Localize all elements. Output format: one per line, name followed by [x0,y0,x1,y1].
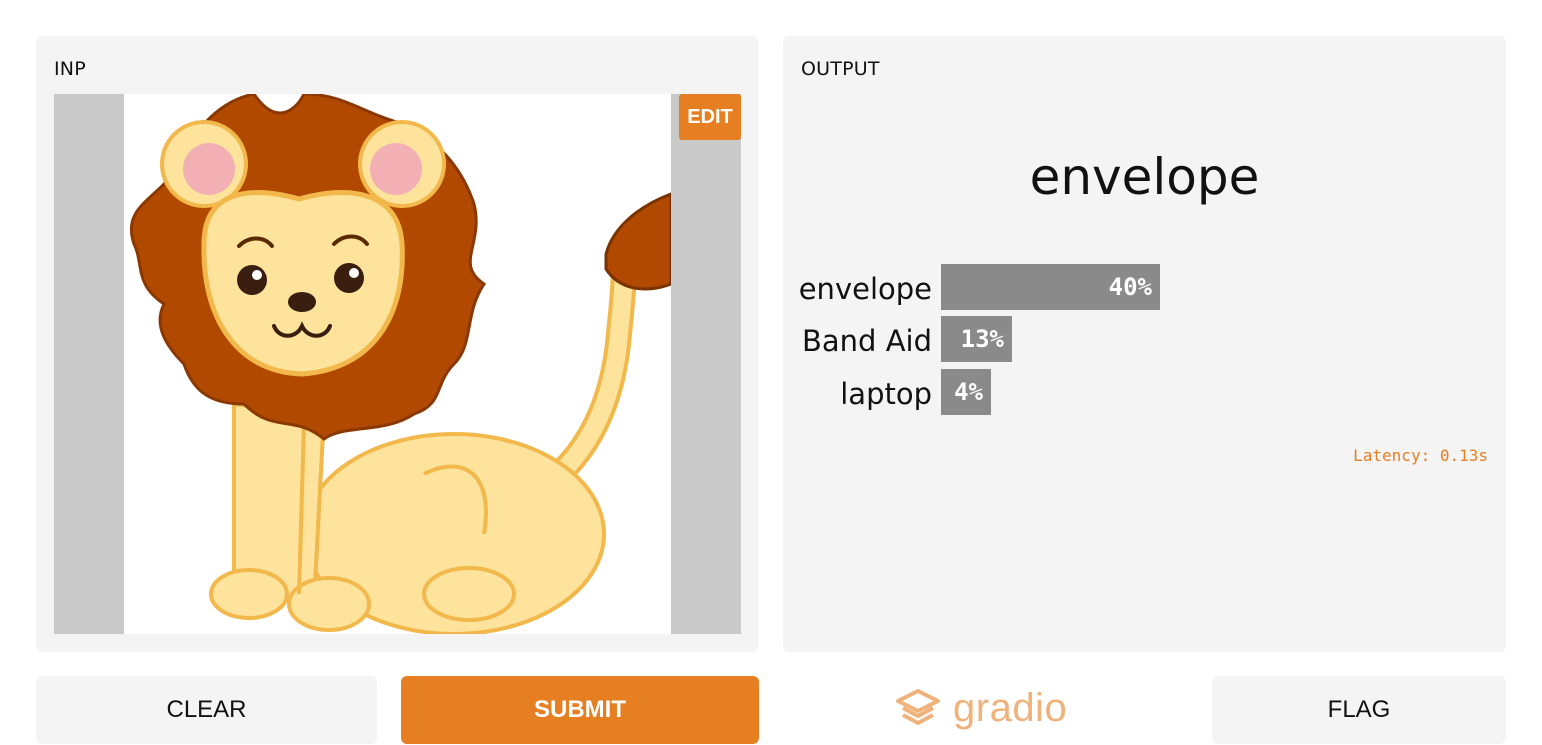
confidence-label: Band Aid [802,324,932,358]
clear-button[interactable]: CLEAR [36,676,377,744]
confidence-percent: 4% [954,378,983,406]
confidence-row: Band Aid 13% [783,316,1506,362]
latency-text: Latency: 0.13s [1353,446,1488,465]
output-panel-title: OUTPUT [801,58,880,80]
submit-button[interactable]: SUBMIT [401,676,759,744]
predicted-label: envelope [1029,148,1260,206]
confidence-bar: 4% [941,369,991,415]
confidence-percent: 40% [1108,273,1152,301]
confidence-bar: 40% [941,264,1160,310]
confidence-bar: 13% [941,316,1012,362]
confidence-label: laptop [840,377,932,411]
confidence-label: envelope [798,272,932,306]
gradio-logo-icon [896,689,940,725]
confidence-row: envelope 40% [783,264,1506,310]
input-panel: INP EDIT [36,36,759,652]
input-panel-title: INP [54,58,86,80]
edit-button[interactable]: EDIT [679,94,741,140]
confidence-percent: 13% [960,325,1004,353]
confidence-row: laptop 4% [783,369,1506,415]
flag-button[interactable]: FLAG [1212,676,1506,744]
gradio-logo-text: gradio [953,685,1068,730]
image-upload-area[interactable]: EDIT [54,94,741,634]
output-panel: OUTPUT envelope envelope 40% Band Aid 13… [783,36,1506,652]
gradio-logo: gradio [895,684,1067,732]
lion-image [129,94,671,634]
image-canvas [124,94,671,634]
